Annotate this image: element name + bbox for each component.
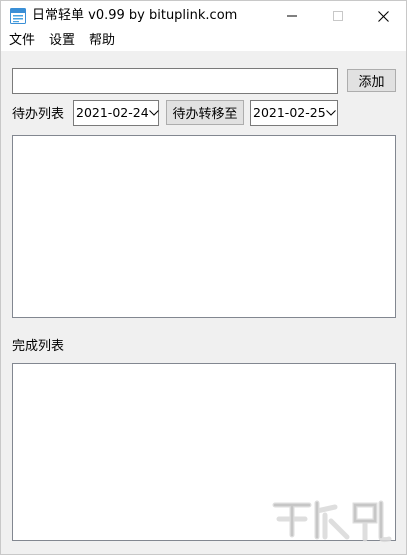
site-watermark-logo <box>269 491 405 553</box>
menu-help[interactable]: 帮助 <box>82 31 122 51</box>
todo-list[interactable] <box>12 135 396 318</box>
menu-file[interactable]: 文件 <box>1 31 42 51</box>
target-date-value: 2021-02-25 <box>253 105 326 120</box>
add-button[interactable]: 添加 <box>347 69 396 92</box>
move-todo-button[interactable]: 待办转移至 <box>166 100 244 125</box>
maximize-button[interactable] <box>315 1 361 31</box>
app-list-icon <box>10 8 26 24</box>
menu-bar: 文件 设置 帮助 <box>1 31 406 51</box>
minimize-icon <box>287 15 297 17</box>
window-title: 日常轻单 v0.99 by bituplink.com <box>32 8 238 23</box>
maximize-icon <box>333 11 343 21</box>
done-list-label: 完成列表 <box>12 339 65 354</box>
chevron-down-icon <box>326 105 337 121</box>
menu-settings[interactable]: 设置 <box>42 31 82 51</box>
title-bar[interactable]: 日常轻单 v0.99 by bituplink.com <box>1 1 406 31</box>
todo-date-picker[interactable]: 2021-02-24 <box>73 100 159 126</box>
close-button[interactable] <box>360 1 406 31</box>
new-task-input[interactable] <box>12 68 338 94</box>
target-date-picker[interactable]: 2021-02-25 <box>250 100 338 126</box>
app-window: 日常轻单 v0.99 by bituplink.com 文件 设置 帮助 添加 … <box>0 0 407 555</box>
chevron-down-icon <box>148 105 159 121</box>
todo-date-value: 2021-02-24 <box>76 105 149 120</box>
todo-list-label: 待办列表 <box>12 107 65 122</box>
close-icon <box>377 10 389 22</box>
minimize-button[interactable] <box>269 1 315 31</box>
